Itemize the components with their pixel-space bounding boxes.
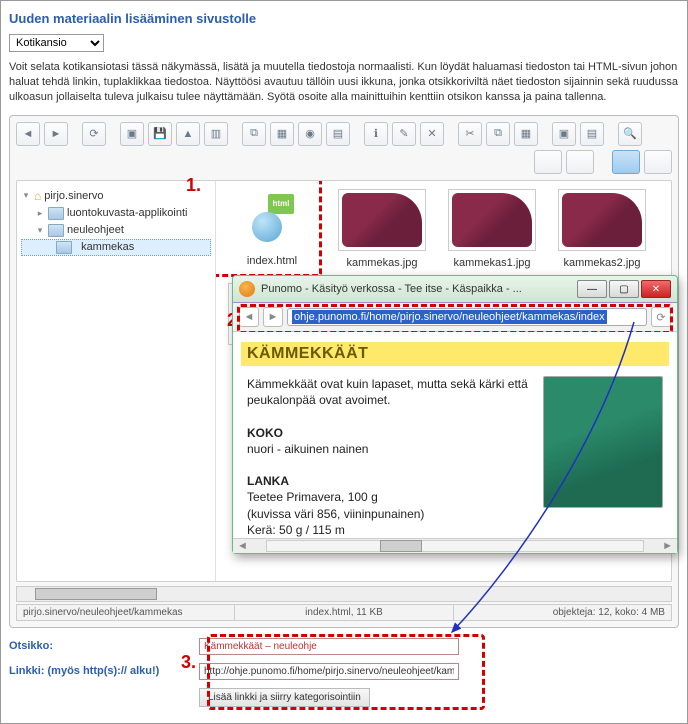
toolbar: ◄ ► ⟳ ▣ 💾 ▲ ▥ ⧉ ▦ ◉ ▤ ℹ ✎ ✕ ✂ ⧉ ▦ ▣ ▤ <box>16 122 672 146</box>
open-button[interactable]: ▣ <box>120 122 144 146</box>
tree-item[interactable]: ▾neuleohjeet <box>21 222 211 239</box>
copy-button[interactable]: ⧉ <box>242 122 266 146</box>
link-input[interactable] <box>199 663 459 680</box>
horizontal-scrollbar[interactable] <box>16 586 672 602</box>
window-title: Punomo - Käsityö verkossa - Tee itse - K… <box>261 283 577 295</box>
content-subhead: LANKA <box>247 474 289 488</box>
html-file-icon: html <box>244 194 300 244</box>
search-button[interactable]: 🔍 <box>618 122 642 146</box>
nav-fwd-button[interactable]: ► <box>263 307 283 327</box>
back-button[interactable]: ◄ <box>16 122 40 146</box>
folder-button[interactable]: ▥ <box>204 122 228 146</box>
view-list-button[interactable] <box>534 150 562 174</box>
view-detail-button[interactable] <box>566 150 594 174</box>
folder-tree: ▾⌂pirjo.sinervo ▸luontokuvasta-applikoin… <box>17 181 216 581</box>
view-button[interactable]: ◉ <box>298 122 322 146</box>
image-thumb <box>342 193 422 247</box>
firefox-icon <box>239 281 255 297</box>
up-button[interactable]: ▲ <box>176 122 200 146</box>
browser-scrollbar[interactable]: ◄► <box>233 538 677 553</box>
delete-button[interactable]: ✕ <box>420 122 444 146</box>
status-bar: pirjo.sinervo/neuleohjeet/kammekas index… <box>16 604 672 621</box>
image-thumb <box>562 193 642 247</box>
tree-item-selected[interactable]: kammekas <box>21 239 211 256</box>
file-item[interactable]: kammekas2.jpg <box>554 189 650 269</box>
status-summary: objekteja: 12, koko: 4 MB <box>454 605 671 620</box>
image-thumb <box>452 193 532 247</box>
content-heading: KÄMMEKKÄÄT <box>247 345 368 362</box>
rename-button[interactable]: ✎ <box>392 122 416 146</box>
tree-item[interactable]: ▸luontokuvasta-applikointi <box>21 205 211 222</box>
tree-root[interactable]: ▾⌂pirjo.sinervo <box>21 187 211 205</box>
content-line: nuori - aikuinen nainen <box>247 441 531 457</box>
file-item[interactable]: kammekas.jpg <box>334 189 430 269</box>
copy2-button[interactable]: ⧉ <box>486 122 510 146</box>
folder-select[interactable]: Kotikansio <box>9 34 104 52</box>
zip-button[interactable]: ▣ <box>552 122 576 146</box>
reload-button[interactable]: ⟳ <box>82 122 106 146</box>
paste-button[interactable]: ▦ <box>270 122 294 146</box>
paste2-button[interactable]: ▦ <box>514 122 538 146</box>
browser-window: Punomo - Käsityö verkossa - Tee itse - K… <box>232 275 678 554</box>
info-button[interactable]: ℹ <box>364 122 388 146</box>
close-button[interactable]: ✕ <box>641 280 671 298</box>
folder-icon <box>48 224 64 237</box>
home-icon: ⌂ <box>34 189 41 203</box>
nav-back-button[interactable]: ◄ <box>239 307 259 327</box>
reload-button[interactable]: ⟳ <box>651 307 671 327</box>
page-title: Uuden materiaalin lisääminen sivustolle <box>9 11 679 26</box>
content-subhead: KOKO <box>247 426 283 440</box>
file-name: kammekas2.jpg <box>554 257 650 269</box>
edit-button[interactable]: ▤ <box>326 122 350 146</box>
forward-button[interactable]: ► <box>44 122 68 146</box>
status-path: pirjo.sinervo/neuleohjeet/kammekas <box>17 605 235 620</box>
title-label: Otsikko: <box>9 640 199 652</box>
save-button[interactable]: 💾 <box>148 122 172 146</box>
file-item[interactable]: kammekas1.jpg <box>444 189 540 269</box>
file-name: index.html <box>224 255 320 267</box>
page-content: KÄMMEKKÄÄT Kämmekkäät ovat kuin lapaset,… <box>233 332 677 538</box>
content-line: (kuvissa väri 856, viininpunainen) <box>247 506 531 522</box>
title-input[interactable] <box>199 638 459 655</box>
folder-icon <box>48 207 64 220</box>
file-name: kammekas1.jpg <box>444 257 540 269</box>
file-name: kammekas.jpg <box>334 257 430 269</box>
unzip-button[interactable]: ▤ <box>580 122 604 146</box>
file-item-index[interactable]: html index.html <box>224 189 320 269</box>
folder-icon <box>56 241 72 254</box>
cut-button[interactable]: ✂ <box>458 122 482 146</box>
link-label: Linkki: (myös http(s):// alku!) <box>9 665 199 677</box>
content-line: Teetee Primavera, 100 g <box>247 489 531 505</box>
content-paragraph: Kämmekkäät ovat kuin lapaset, mutta sekä… <box>247 376 531 408</box>
status-file: index.html, 11 KB <box>235 605 453 620</box>
content-line: Kerä: 50 g / 115 m <box>247 522 531 538</box>
content-image <box>543 376 663 508</box>
submit-button[interactable]: Lisää linkki ja siirry kategorisointiin <box>199 688 370 707</box>
maximize-button[interactable]: ▢ <box>609 280 639 298</box>
intro-text: Voit selata kotikansiotasi tässä näkymäs… <box>9 60 679 105</box>
view-grid-button[interactable] <box>644 150 672 174</box>
view-thumb-button[interactable] <box>612 150 640 174</box>
minimize-button[interactable]: — <box>577 280 607 298</box>
address-bar[interactable]: ohje.punomo.fi/home/pirjo.sinervo/neuleo… <box>287 308 647 326</box>
